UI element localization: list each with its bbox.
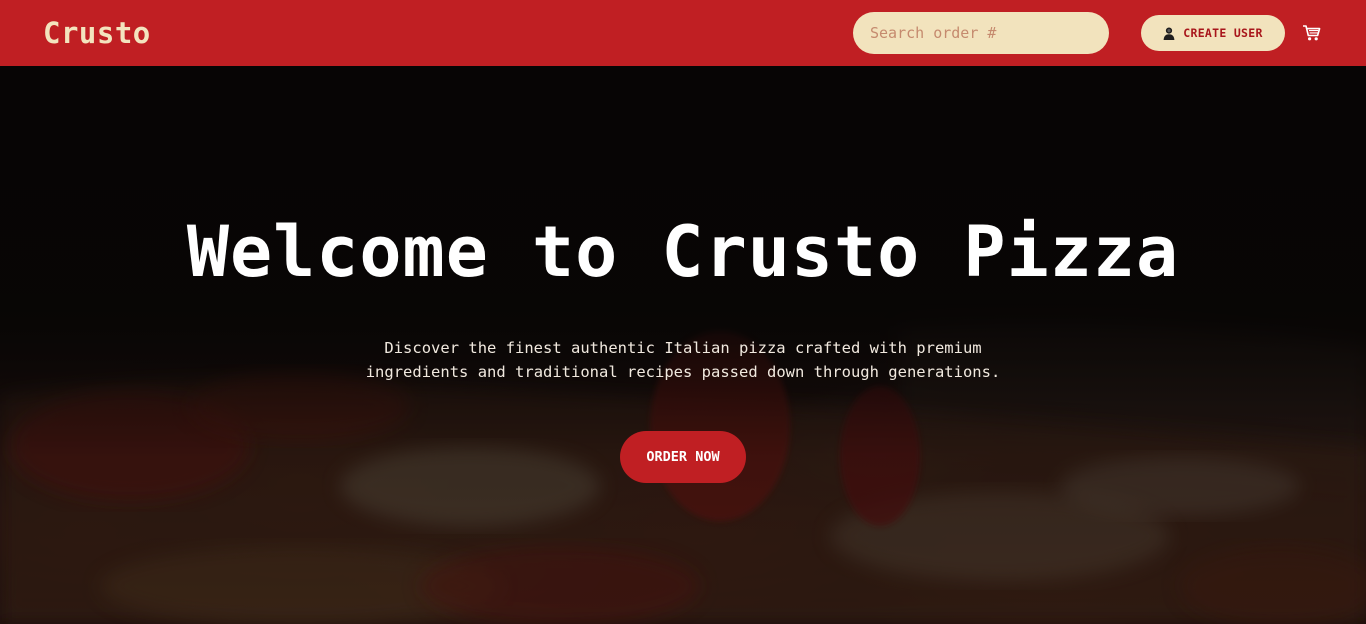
hero-subtitle-line-1: Discover the finest authentic Italian pi… [384, 339, 982, 357]
brand-logo[interactable]: Crusto [43, 14, 151, 52]
top-nav-bar: Crusto CREATE USER [0, 0, 1366, 66]
cart-icon[interactable] [1302, 24, 1321, 42]
order-now-button[interactable]: ORDER NOW [620, 431, 746, 483]
search-order-input[interactable] [853, 12, 1109, 54]
user-icon [1163, 27, 1175, 40]
search-box [853, 12, 1109, 54]
hero-title: Welcome to Crusto Pizza [186, 211, 1180, 293]
create-user-button[interactable]: CREATE USER [1141, 15, 1285, 51]
hero-subtitle-line-2: ingredients and traditional recipes pass… [365, 363, 1001, 381]
hero-section: Welcome to Crusto Pizza Discover the fin… [0, 66, 1366, 624]
create-user-label: CREATE USER [1183, 26, 1263, 40]
hero-subtitle: Discover the finest authentic Italian pi… [333, 336, 1033, 384]
